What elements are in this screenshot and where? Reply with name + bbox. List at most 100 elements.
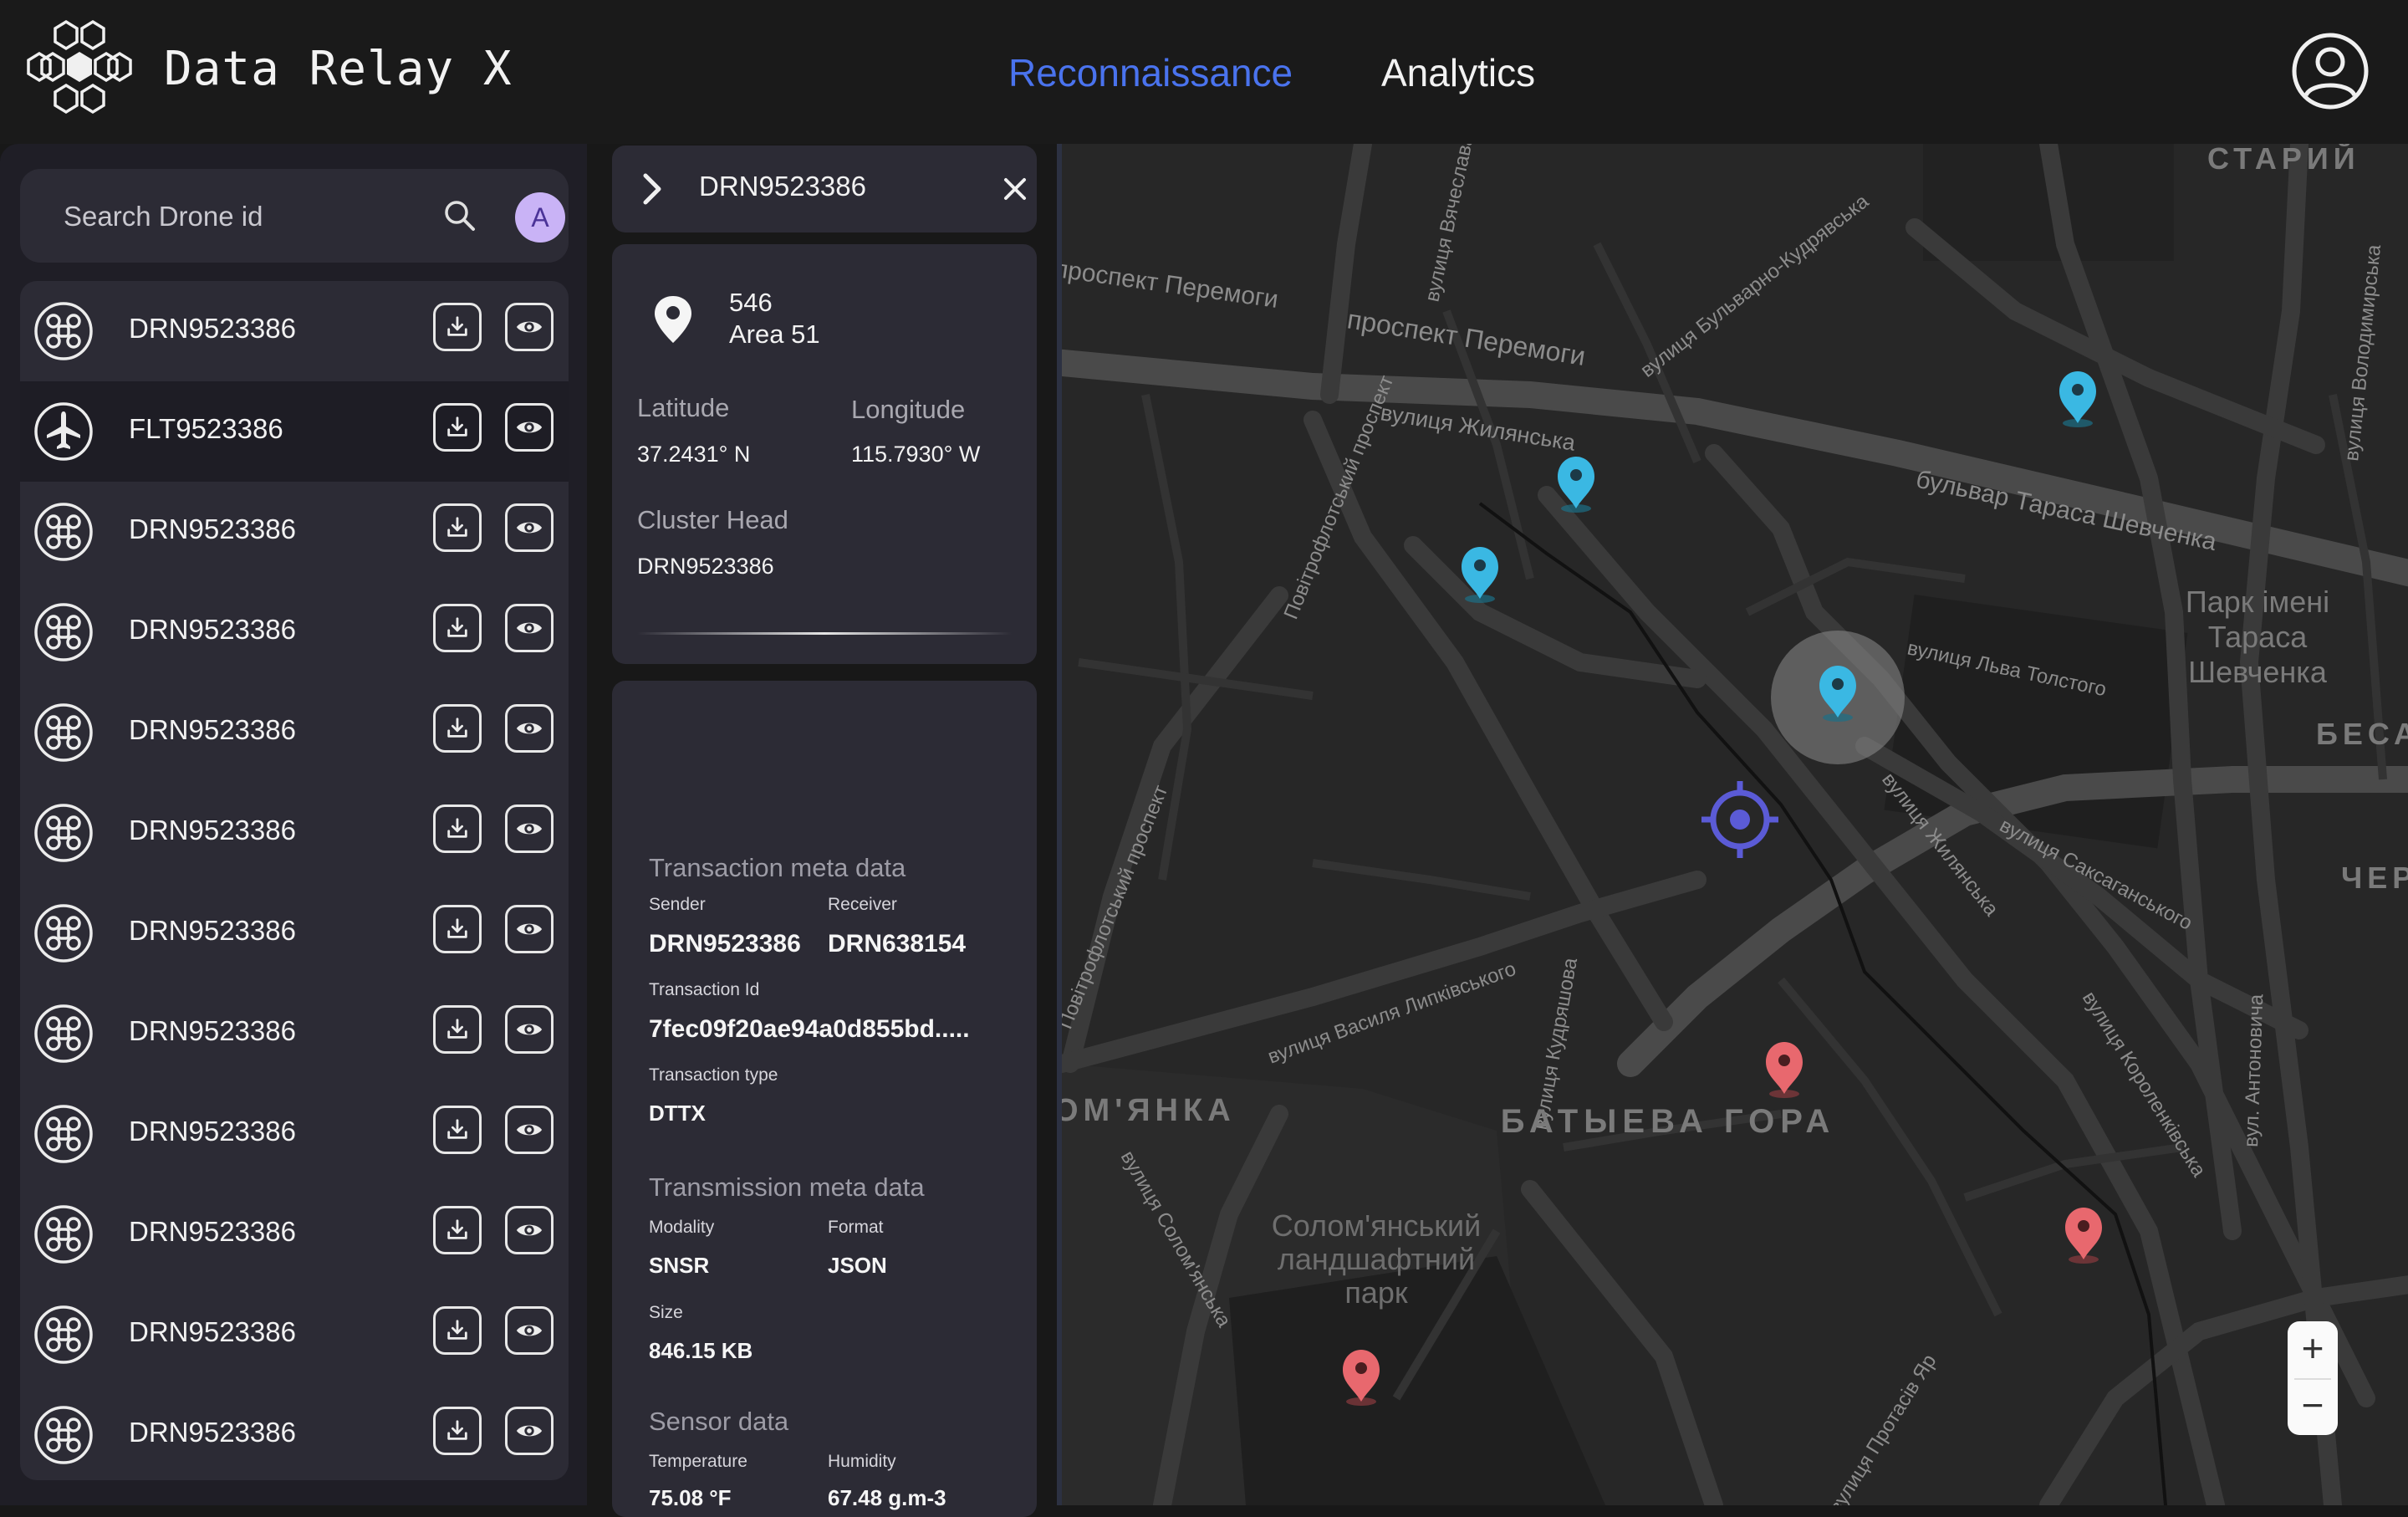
list-item[interactable]: DRN9523386	[20, 783, 569, 883]
view-button[interactable]	[505, 403, 554, 452]
list-item[interactable]: DRN9523386	[20, 582, 569, 682]
list-item[interactable]: DRN9523386	[20, 1184, 569, 1285]
map-label: БАТЫЕВА ГОРА	[1501, 1103, 1836, 1140]
view-button[interactable]	[505, 303, 554, 351]
download-button[interactable]	[433, 503, 482, 552]
tab-analytics[interactable]: Analytics	[1381, 50, 1535, 95]
view-button[interactable]	[505, 804, 554, 853]
map-view[interactable]: проспект Перемоги проспект Перемоги вули…	[1062, 144, 2408, 1505]
list-item-id: DRN9523386	[129, 313, 296, 344]
view-button[interactable]	[505, 1106, 554, 1154]
search-icon[interactable]	[441, 197, 478, 234]
download-button[interactable]	[433, 1306, 482, 1355]
map-label: вулиця Володимирська	[2340, 243, 2385, 462]
view-button[interactable]	[505, 604, 554, 652]
list-item[interactable]: DRN9523386	[20, 1285, 569, 1385]
map-label: Тараса	[2208, 620, 2308, 654]
eye-icon	[515, 618, 543, 638]
view-button[interactable]	[505, 1407, 554, 1455]
metadata-card: Transaction meta data Sender DRN9523386 …	[612, 681, 1037, 1517]
map-label: вулиця Бульварно-Кудрявська	[1636, 190, 1874, 382]
hexagon-logo-icon	[27, 19, 132, 115]
transaction-type-value: DTTX	[649, 1101, 706, 1126]
download-button[interactable]	[433, 303, 482, 351]
list-item[interactable]: DRN9523386	[20, 482, 569, 582]
download-button[interactable]	[433, 1407, 482, 1455]
transaction-id-label: Transaction Id	[649, 980, 760, 999]
drone-icon	[33, 1405, 94, 1465]
eye-icon	[515, 718, 543, 738]
list-item[interactable]: DRN9523386	[20, 281, 569, 381]
map-label: вул. Антоновича	[2240, 993, 2268, 1147]
map-marker-red[interactable]	[2065, 1208, 2102, 1264]
map-marker-red[interactable]	[1766, 1042, 1803, 1098]
list-item[interactable]: DRN9523386	[20, 883, 569, 983]
drone-icon	[33, 301, 94, 361]
list-item-id: DRN9523386	[129, 513, 296, 544]
map-label: ОМ'ЯНКА	[1062, 1093, 1236, 1128]
zoom-out-button[interactable]: −	[2288, 1378, 2338, 1435]
tab-reconnaissance[interactable]: Reconnaissance	[1008, 50, 1293, 95]
view-button[interactable]	[505, 905, 554, 953]
download-icon	[445, 1418, 470, 1443]
download-button[interactable]	[433, 604, 482, 652]
modality-label: Modality	[649, 1218, 715, 1237]
chevron-right-icon[interactable]	[635, 169, 669, 209]
transaction-type-label: Transaction type	[649, 1065, 778, 1085]
map-canvas[interactable]: проспект Перемоги проспект Перемоги вули…	[1062, 144, 2408, 1505]
list-item[interactable]: DRN9523386	[20, 1385, 569, 1480]
detail-title: DRN9523386	[699, 171, 866, 202]
list-item-id: DRN9523386	[129, 1316, 296, 1347]
download-icon	[445, 515, 470, 540]
crosshair-icon[interactable]	[1701, 781, 1778, 858]
download-button[interactable]	[433, 704, 482, 753]
location-pin-icon	[655, 296, 691, 343]
view-button[interactable]	[505, 1005, 554, 1054]
map-label: СТАРИЙ	[2207, 144, 2360, 176]
sensor-title: Sensor data	[649, 1407, 789, 1436]
close-icon[interactable]	[1002, 176, 1028, 202]
size-label: Size	[649, 1303, 683, 1322]
format-label: Format	[828, 1218, 884, 1237]
download-button[interactable]	[433, 403, 482, 452]
drone-icon	[33, 1204, 94, 1264]
receiver-label: Receiver	[828, 895, 897, 914]
download-button[interactable]	[433, 1106, 482, 1154]
search-input[interactable]	[62, 192, 416, 241]
sender-label: Sender	[649, 895, 706, 914]
download-icon	[445, 1017, 470, 1042]
cluster-head-label: Cluster Head	[637, 505, 788, 534]
size-value: 846.15 KB	[649, 1338, 753, 1363]
transaction-id-value: 7fec09f20ae94a0d855bd.....	[649, 1015, 970, 1043]
eye-icon	[515, 1421, 543, 1441]
avatar[interactable]: A	[515, 192, 565, 243]
list-item[interactable]: FLT9523386	[20, 381, 569, 482]
download-button[interactable]	[433, 1005, 482, 1054]
view-button[interactable]	[505, 1206, 554, 1254]
location-number: 546	[729, 288, 773, 317]
drone-icon	[33, 903, 94, 963]
download-button[interactable]	[433, 804, 482, 853]
list-item-id: DRN9523386	[129, 1216, 296, 1247]
map-label: Солом'янський	[1272, 1208, 1481, 1243]
detail-header: DRN9523386	[612, 146, 1037, 232]
download-icon	[445, 314, 470, 340]
list-item[interactable]: DRN9523386	[20, 983, 569, 1084]
user-profile-icon[interactable]	[2291, 32, 2370, 110]
map-marker-blue[interactable]	[2059, 371, 2096, 427]
zoom-in-button[interactable]: +	[2288, 1321, 2338, 1378]
view-button[interactable]	[505, 503, 554, 552]
drone-icon	[33, 702, 94, 763]
drone-icon	[33, 803, 94, 863]
list-item[interactable]: DRN9523386	[20, 1084, 569, 1184]
humidity-value: 67.48 g.m-3	[828, 1485, 946, 1510]
location-name: Area 51	[729, 319, 820, 349]
list-item-id: FLT9523386	[129, 413, 283, 444]
latitude-value: 37.2431° N	[637, 442, 751, 467]
list-item[interactable]: DRN9523386	[20, 682, 569, 783]
view-button[interactable]	[505, 704, 554, 753]
view-button[interactable]	[505, 1306, 554, 1355]
download-button[interactable]	[433, 905, 482, 953]
map-label: Повітрофлотський проспект	[1062, 782, 1172, 1032]
download-button[interactable]	[433, 1206, 482, 1254]
